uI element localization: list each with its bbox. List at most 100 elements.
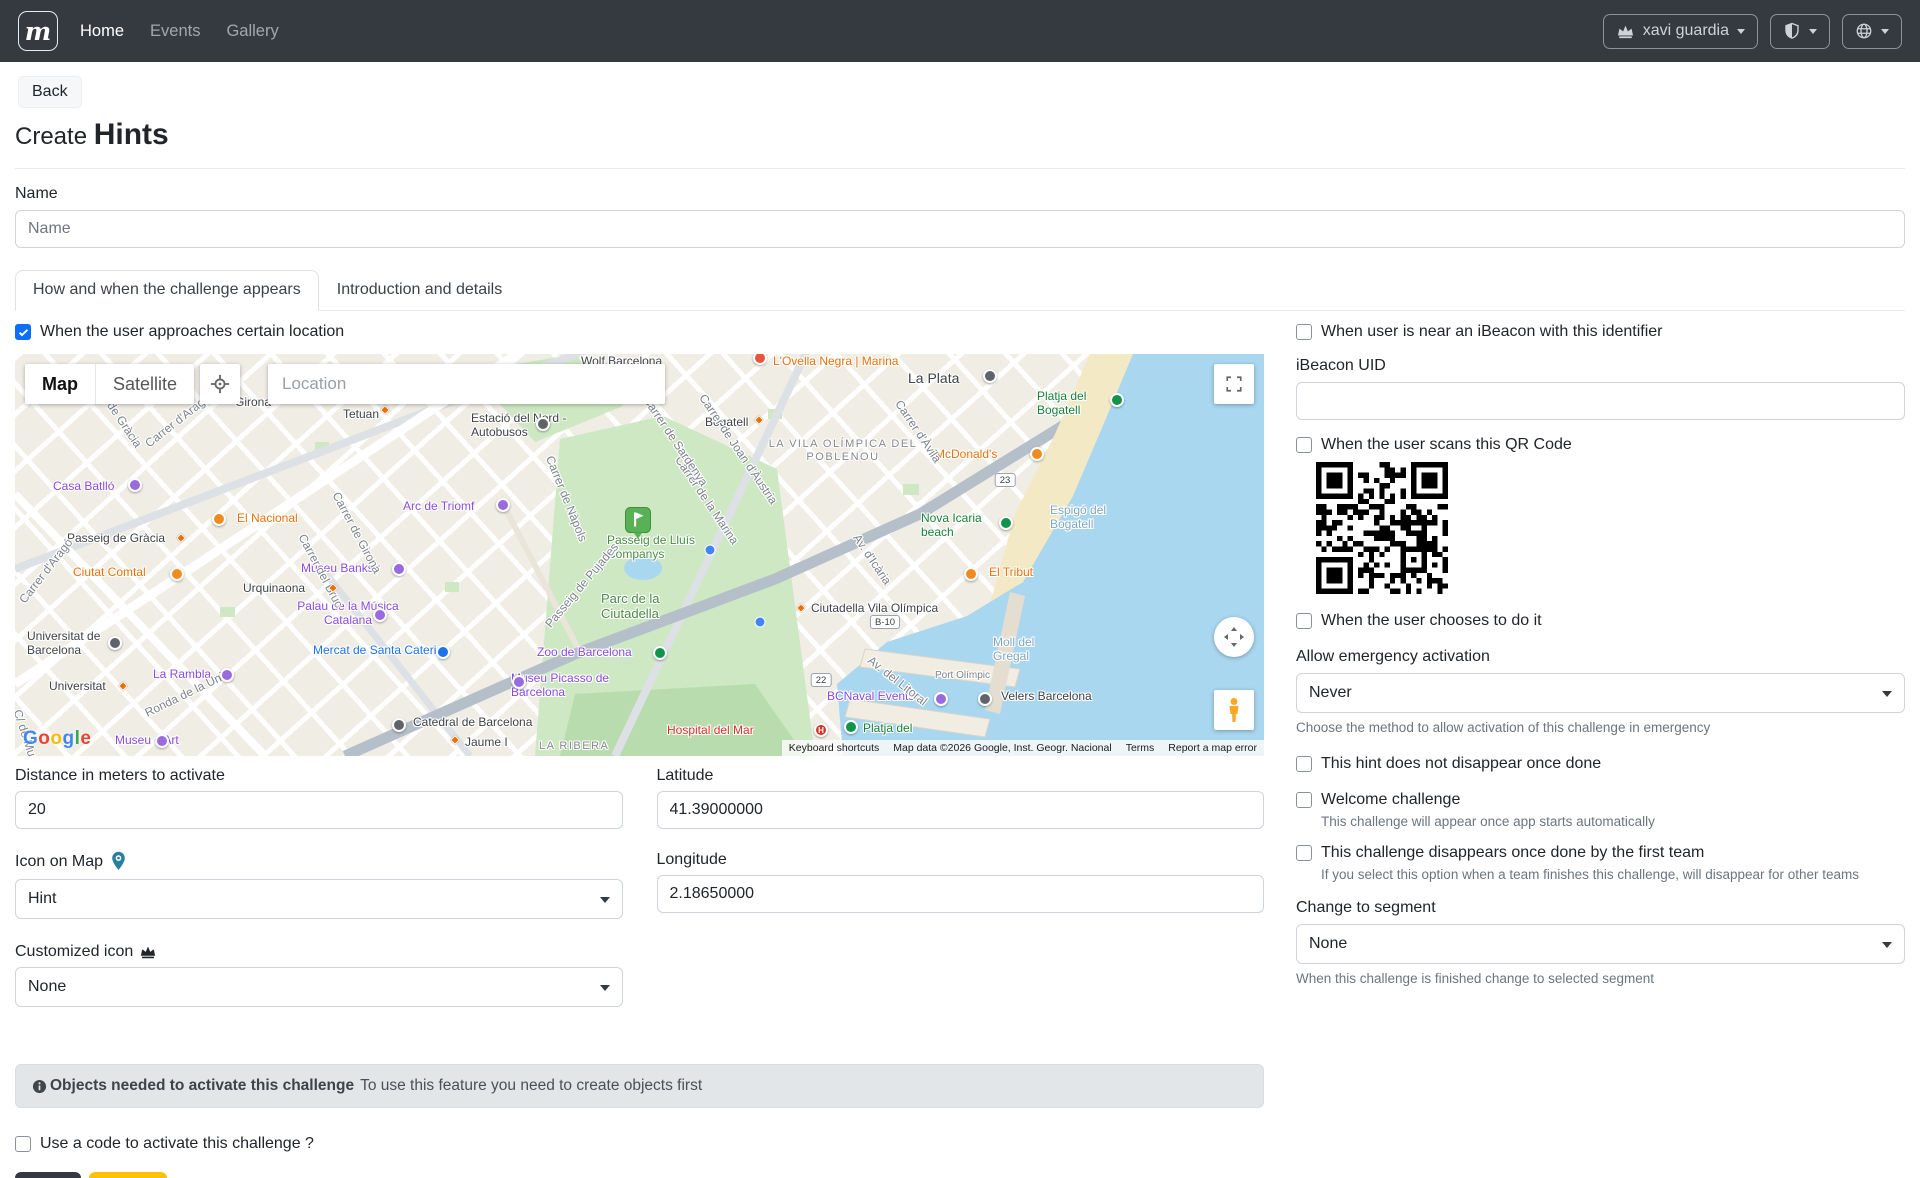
street-view-pegman[interactable] [1214,690,1254,730]
back-button[interactable]: Back [18,76,82,108]
map-poi-marker[interactable] [155,734,169,748]
approach-location-checkbox[interactable]: When the user approaches certain locatio… [15,323,1264,341]
map-poi-marker[interactable]: H [814,723,828,737]
app-logo[interactable]: m [18,11,58,51]
map-poi-marker[interactable] [999,516,1013,530]
icon-on-map-value: Hint [28,890,56,908]
map-label: LA VILA OLÍMPICA DEL POBLENOU [757,438,929,463]
map-label: Museu Picasso de Barcelona [511,672,625,700]
user-menu-button[interactable]: xavi guardia [1603,14,1758,49]
map-poi-marker[interactable] [108,636,122,650]
map-navigation-marker[interactable] [705,545,716,556]
welcome-challenge-checkbox[interactable]: Welcome challenge [1296,791,1905,809]
map-poi-marker[interactable] [392,562,406,576]
tab-how-and-when[interactable]: How and when the challenge appears [15,270,319,311]
crown-icon [139,943,157,961]
checkbox-label: When user is near an iBeacon with this i… [1321,323,1663,341]
map-label: Casa Batlló [53,480,114,494]
language-menu-button[interactable] [1842,14,1902,49]
map-type-satellite-button[interactable]: Satellite [95,364,194,404]
keyboard-shortcuts-link[interactable]: Keyboard shortcuts [782,742,886,754]
map-poi-marker[interactable] [170,567,184,581]
qr-code-checkbox[interactable]: When the user scans this QR Code [1296,436,1905,454]
map-poi-marker[interactable] [436,645,450,659]
map-navigation-marker[interactable] [755,617,766,628]
map-label: El Tribut [989,566,1033,580]
map-type-map-button[interactable]: Map [25,364,95,404]
change-segment-select[interactable]: None [1296,924,1905,964]
no-disappear-checkbox[interactable]: This hint does not disappear once done [1296,755,1905,773]
map-type-control: Map Satellite [25,364,194,404]
map-poi-marker[interactable] [220,668,234,682]
tab-introduction-details[interactable]: Introduction and details [319,270,520,310]
chevron-down-icon [1809,29,1817,34]
nav-link-events[interactable]: Events [150,22,200,41]
first-team-checkbox[interactable]: This challenge disappears once done by t… [1296,844,1905,862]
terms-link[interactable]: Terms [1119,742,1162,754]
map-poi-marker[interactable] [212,512,226,526]
name-input[interactable] [15,210,1905,248]
map-location-search-input[interactable] [268,364,665,404]
map-poi-diamond-marker[interactable] [450,735,460,745]
map-poi-marker[interactable] [392,718,406,732]
selected-location-flag-marker[interactable] [625,507,652,545]
map-poi-marker[interactable] [496,498,510,512]
emergency-activation-help: Choose the method to allow activation of… [1296,720,1905,735]
map-label: Carrer d'Aragó [17,536,76,606]
checkbox-unchecked-icon [1296,324,1312,340]
map-poi-marker[interactable] [536,417,550,431]
map-poi-marker[interactable] [1030,447,1044,461]
latitude-input[interactable] [657,791,1265,829]
map-poi-marker[interactable] [512,675,526,689]
emergency-activation-select[interactable]: Never [1296,673,1905,713]
map-poi-marker[interactable] [964,567,978,581]
name-label: Name [15,185,1905,203]
admin-menu-button[interactable] [1770,14,1830,49]
icon-on-map-select[interactable]: Hint [15,879,623,919]
emergency-activation-value: Never [1309,684,1352,702]
fullscreen-button[interactable] [1214,364,1254,404]
customized-icon-select[interactable]: None [15,967,623,1007]
activation-options-section: When user is near an iBeacon with this i… [1296,323,1905,986]
map-poi-diamond-marker[interactable] [796,603,806,613]
map-poi-diamond-marker[interactable] [380,405,390,415]
map-poi-marker[interactable] [128,478,142,492]
map-poi-marker[interactable] [373,608,387,622]
map-poi-diamond-marker[interactable] [754,415,764,425]
save-button[interactable]: Save [15,1172,81,1178]
emergency-activation-label: Allow emergency activation [1296,648,1905,666]
map-label: Universitat de Barcelona [27,630,139,658]
map-poi-diamond-marker[interactable] [176,533,186,543]
nav-link-gallery[interactable]: Gallery [226,22,278,41]
map-poi-marker[interactable] [983,369,997,383]
map-poi-marker[interactable] [1110,393,1124,407]
longitude-input[interactable] [657,875,1265,913]
map-poi-marker[interactable] [653,646,667,660]
ibeacon-uid-input[interactable] [1296,382,1905,420]
ibeacon-checkbox[interactable]: When user is near an iBeacon with this i… [1296,323,1905,341]
geolocate-button[interactable] [200,364,240,404]
map-poi-diamond-marker[interactable] [118,681,128,691]
map-poi-marker[interactable] [753,354,767,365]
pan-control[interactable] [1214,617,1254,657]
report-map-error-link[interactable]: Report a map error [1161,742,1264,754]
map-poi-marker[interactable] [844,720,858,734]
map-poi-marker[interactable] [978,692,992,706]
distance-input[interactable] [15,791,623,829]
map-label: Palau de la Música Catalana [277,600,419,628]
page-title-prefix: Create [15,123,87,150]
navbar-right: xavi guardia [1603,14,1902,49]
customized-icon-label-text: Customized icon [15,943,133,961]
nav-link-home[interactable]: Home [80,22,124,41]
google-logo[interactable]: Google [23,728,91,750]
map-label: Nova Icaria beach [921,512,999,540]
use-code-checkbox[interactable]: Use a code to activate this challenge ? [15,1135,1264,1153]
checkbox-unchecked-icon [1296,792,1312,808]
crosshair-icon [209,373,231,395]
google-map[interactable]: Wolf.BarcelonaL'Ovella Negra | MarinaBog… [15,354,1264,756]
cancel-button[interactable]: Cancel [89,1172,167,1178]
user-chooses-checkbox[interactable]: When the user chooses to do it [1296,612,1905,630]
longitude-label: Longitude [657,851,1265,869]
map-label: McDonald's [935,448,997,462]
map-poi-marker[interactable] [934,692,948,706]
